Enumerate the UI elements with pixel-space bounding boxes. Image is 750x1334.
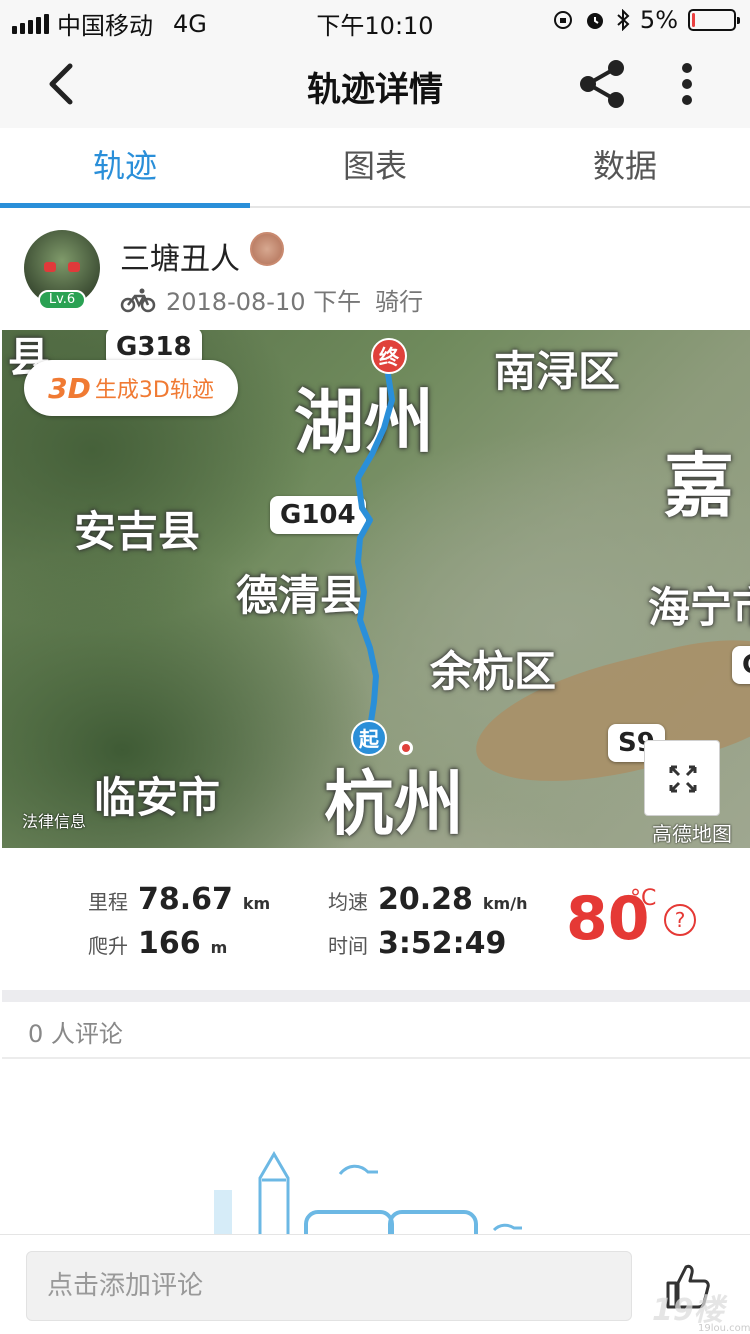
tab-chart[interactable]: 图表 (250, 128, 500, 206)
speed-label: 均速 (328, 890, 368, 914)
stat-climb: 爬升 166 m (88, 926, 227, 961)
battery-percent: 5% (639, 6, 678, 34)
stat-time: 时间 3:52:49 (328, 926, 506, 961)
end-marker[interactable]: 终 (371, 338, 407, 374)
watermark-url: 19lou.com (698, 1323, 750, 1334)
climb-label: 爬升 (88, 934, 128, 958)
comment-input[interactable]: 点击添加评论 (26, 1251, 632, 1321)
distance-unit: km (242, 894, 271, 913)
speed-unit: km/h (482, 894, 528, 913)
ride-stats: 里程 78.67 km 爬升 166 m 均速 20.28 km/h 时间 3:… (0, 848, 750, 988)
rotation-lock-icon (553, 11, 572, 29)
tab-data[interactable]: 数据 (500, 128, 750, 206)
more-vertical-icon[interactable] (662, 56, 712, 112)
status-bar: 中国移动 4G 下午10:10 5% (0, 0, 750, 40)
3d-label: 生成3D轨迹 (94, 378, 214, 403)
stat-distance: 里程 78.67 km (88, 882, 270, 917)
nav-bar: 轨迹详情 (0, 40, 750, 128)
alarm-icon (586, 13, 603, 29)
distance-value: 78.67 (138, 882, 233, 917)
activity-date: 2018-08-10 下午 (166, 288, 362, 316)
question-circle-icon[interactable]: ? (664, 904, 696, 936)
generate-3d-button[interactable]: 3D 生成3D轨迹 (24, 360, 238, 416)
map-brand: 高德地图 (652, 822, 732, 846)
activity-meta: 2018-08-10 下午 骑行 (120, 282, 423, 317)
comment-divider (2, 1057, 750, 1059)
speed-value: 20.28 (378, 882, 473, 917)
page-title: 轨迹详情 (307, 70, 443, 110)
comment-bar: 点击添加评论 19楼 19lou.com (0, 1234, 750, 1334)
empty-comments-illustration (214, 1151, 522, 1240)
map-legal-link[interactable]: 法律信息 (22, 808, 86, 832)
username[interactable]: 三塘丑人 (120, 234, 240, 278)
start-marker[interactable]: 起 (351, 720, 387, 756)
route-map[interactable]: 县 湖州 南浔区 嘉 安吉县 德清县 海宁市 余杭区 临安市 杭州 G318 G… (2, 330, 750, 848)
share-icon[interactable] (572, 56, 632, 112)
fullscreen-button[interactable] (644, 740, 720, 816)
tab-track[interactable]: 轨迹 (0, 128, 250, 208)
climb-value: 166 (138, 926, 201, 961)
battery-icon (688, 9, 740, 31)
expand-icon (669, 765, 697, 793)
stat-speed: 均速 20.28 km/h (328, 882, 527, 917)
3d-prefix: 3D (48, 371, 91, 405)
bicycle-icon (120, 288, 156, 312)
tab-bar: 轨迹 图表 数据 (0, 128, 750, 208)
bluetooth-icon (617, 9, 630, 31)
user-info: Lv.6 三塘丑人 2018-08-10 下午 骑行 (0, 210, 750, 330)
distance-label: 里程 (88, 890, 128, 914)
activity-type: 骑行 (375, 288, 424, 316)
battery-fill (692, 13, 695, 27)
comment-count: 0 人评论 (28, 1020, 123, 1048)
level-badge: Lv.6 (38, 290, 86, 310)
temperature-unit: °C (630, 886, 657, 911)
time-label: 时间 (328, 934, 368, 958)
climb-unit: m (210, 938, 228, 957)
section-divider (2, 990, 750, 1002)
time-value: 3:52:49 (378, 926, 507, 961)
medal-icon (250, 232, 284, 266)
status-right: 5% (552, 6, 740, 34)
